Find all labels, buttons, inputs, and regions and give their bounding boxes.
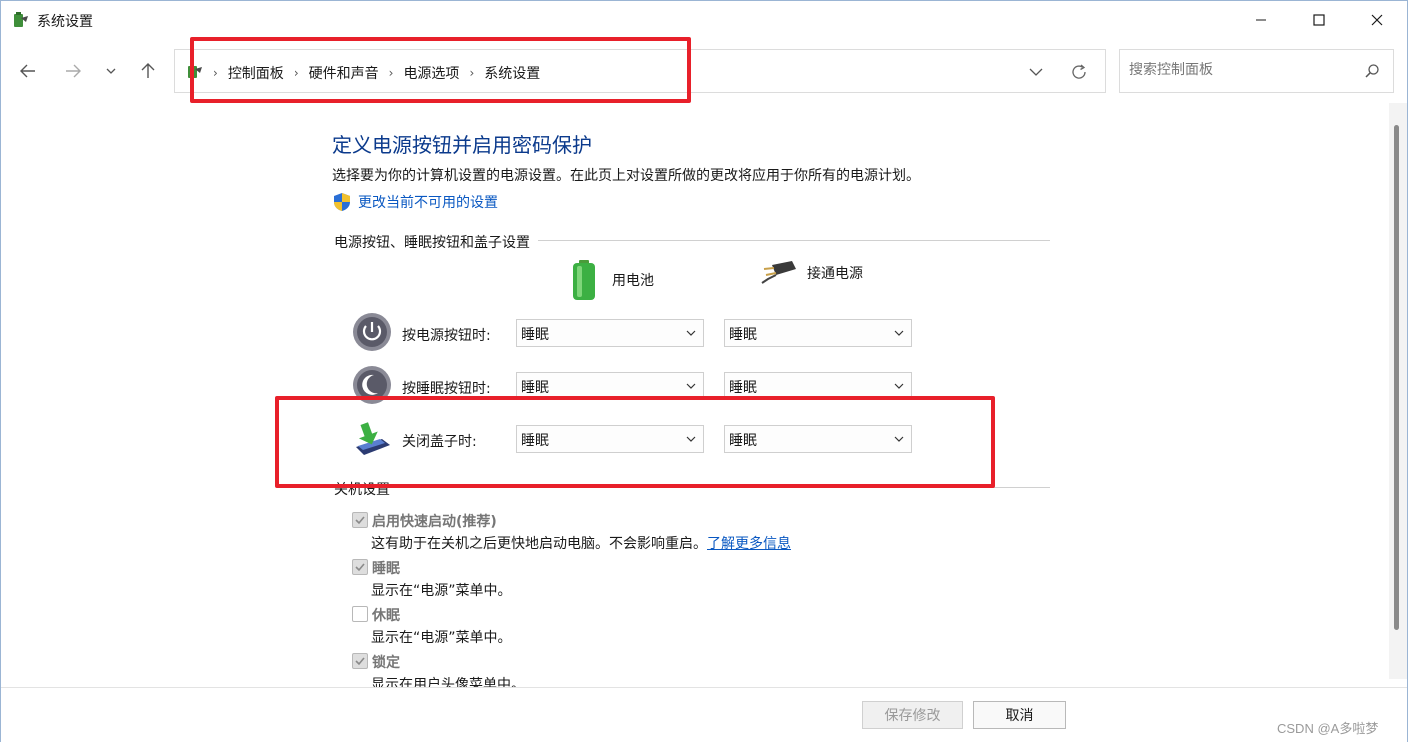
fast-startup-desc-text: 这有助于在关机之后更快地启动电脑。不会影响重启。 — [371, 536, 707, 552]
chevron-down-icon — [1029, 68, 1043, 76]
power-buttons-section-title: 电源按钮、睡眠按钮和盖子设置 — [334, 232, 538, 252]
plugged-in-column-header: 接通电源 — [758, 259, 863, 287]
refresh-icon — [1072, 64, 1086, 79]
scrollbar-thumb[interactable] — [1394, 125, 1399, 630]
uac-shield-icon — [334, 193, 350, 211]
power-options-app-icon — [14, 12, 28, 27]
power-button-row-label: 按电源按钮时: — [402, 328, 491, 344]
navigation-bar: › 控制面板 › 硬件和声音 › 电源选项 › 系统设置 — [1, 39, 1407, 103]
battery-column-header: 用电池 — [568, 259, 654, 301]
battery-icon — [573, 260, 595, 300]
selected-value: 睡眠 — [729, 433, 757, 449]
change-settings-link-text[interactable]: 更改当前不可用的设置 — [358, 192, 498, 212]
breadcrumb-separator[interactable]: › — [389, 66, 394, 80]
lock-checkbox[interactable] — [352, 653, 368, 669]
watermark-text: CSDN @A多啦梦 — [1277, 721, 1379, 736]
selected-value: 睡眠 — [521, 433, 549, 449]
page-description: 选择要为你的计算机设置的电源设置。在此页上对设置所做的更改将应用于你所有的电源计… — [332, 168, 920, 184]
lock-description: 显示在用户头像菜单中。 — [371, 677, 525, 687]
chevron-down-icon — [686, 330, 696, 336]
close-lid-battery-select[interactable]: 睡眠 — [516, 425, 704, 453]
chevron-down-icon — [894, 383, 904, 389]
breadcrumb-hardware-sound[interactable]: 硬件和声音 — [309, 63, 379, 83]
breadcrumb-power-options[interactable]: 电源选项 — [403, 63, 459, 83]
selected-value: 睡眠 — [729, 380, 757, 396]
hibernate-description: 显示在“电源”菜单中。 — [371, 630, 512, 646]
refresh-button[interactable] — [1067, 61, 1091, 83]
arrow-right-icon — [66, 64, 81, 78]
maximize-icon — [1313, 14, 1325, 26]
breadcrumb-control-panel[interactable]: 控制面板 — [228, 63, 284, 83]
chevron-down-icon — [686, 436, 696, 442]
chevron-down-icon — [894, 436, 904, 442]
page-title: 定义电源按钮并启用密码保护 — [332, 133, 592, 157]
shutdown-section-title: 关机设置 — [334, 479, 398, 499]
change-unavailable-settings-link[interactable]: 更改当前不可用的设置 — [332, 192, 498, 212]
plugged-in-label: 接通电源 — [807, 266, 863, 282]
main-content: 定义电源按钮并启用密码保护 选择要为你的计算机设置的电源设置。在此页上对设置所做… — [1, 103, 1388, 687]
lock-title: 锁定 — [372, 655, 400, 671]
fast-startup-title: 启用快速启动(推荐) — [372, 514, 497, 530]
fast-startup-checkbox[interactable] — [352, 512, 368, 528]
search-icon[interactable] — [1363, 62, 1381, 80]
selected-value: 睡眠 — [729, 327, 757, 343]
footer-bar: 保存修改 取消 CSDN @A多啦梦 — [1, 687, 1407, 742]
save-changes-button[interactable]: 保存修改 — [862, 701, 963, 729]
chevron-down-icon — [106, 68, 116, 74]
window-title: 系统设置 — [37, 14, 93, 30]
sleep-button-plugged-select[interactable]: 睡眠 — [724, 372, 912, 400]
up-button[interactable] — [133, 59, 163, 83]
sleep-description: 显示在“电源”菜单中。 — [371, 583, 512, 599]
breadcrumb-separator[interactable]: › — [469, 66, 474, 80]
arrow-up-icon — [141, 63, 155, 78]
selected-value: 睡眠 — [521, 380, 549, 396]
section-divider — [334, 487, 1050, 488]
breadcrumb: › 控制面板 › 硬件和声音 › 电源选项 › 系统设置 — [213, 63, 540, 83]
close-icon — [1371, 14, 1383, 26]
chevron-down-icon — [894, 330, 904, 336]
power-button-battery-select[interactable]: 睡眠 — [516, 319, 704, 347]
search-box[interactable] — [1119, 49, 1394, 93]
fast-startup-description: 这有助于在关机之后更快地启动电脑。不会影响重启。了解更多信息 — [371, 533, 791, 553]
power-plug-icon — [761, 261, 796, 284]
breadcrumb-separator: › — [213, 66, 218, 80]
hibernate-checkbox[interactable] — [352, 606, 368, 622]
system-settings-window: 系统设置 › 控制面板 › 硬件和声音 › 电源选项 › 系统设置 搜索控制面板… — [0, 0, 1408, 742]
vertical-scrollbar[interactable] — [1389, 103, 1407, 679]
close-lid-icon — [356, 422, 390, 455]
checkmark-icon — [355, 516, 365, 525]
sleep-button-battery-select[interactable]: 睡眠 — [516, 372, 704, 400]
chevron-down-icon — [686, 383, 696, 389]
search-input[interactable] — [1129, 62, 1349, 78]
minimize-icon — [1256, 19, 1266, 21]
forward-button[interactable] — [58, 59, 88, 83]
sleep-title: 睡眠 — [372, 561, 400, 577]
selected-value: 睡眠 — [521, 327, 549, 343]
checkmark-icon — [355, 657, 365, 666]
cancel-button[interactable]: 取消 — [973, 701, 1066, 729]
title-bar: 系统设置 — [1, 1, 1407, 39]
battery-label: 用电池 — [612, 273, 654, 289]
close-lid-plugged-select[interactable]: 睡眠 — [724, 425, 912, 453]
arrow-left-icon — [20, 64, 35, 78]
close-button[interactable] — [1348, 1, 1406, 39]
close-lid-row-label: 关闭盖子时: — [402, 434, 477, 450]
sleep-button-icon — [353, 366, 391, 404]
power-button-icon — [353, 313, 391, 351]
power-button-plugged-select[interactable]: 睡眠 — [724, 319, 912, 347]
recent-locations-button[interactable] — [99, 59, 123, 83]
address-bar[interactable]: › 控制面板 › 硬件和声音 › 电源选项 › 系统设置 — [174, 49, 1106, 93]
hibernate-title: 休眠 — [372, 608, 400, 624]
breadcrumb-separator[interactable]: › — [294, 66, 299, 80]
minimize-button[interactable] — [1232, 1, 1290, 39]
sleep-checkbox[interactable] — [352, 559, 368, 575]
control-panel-icon — [188, 66, 202, 78]
checkmark-icon — [355, 563, 365, 572]
maximize-button[interactable] — [1290, 1, 1348, 39]
learn-more-link[interactable]: 了解更多信息 — [707, 536, 791, 552]
breadcrumb-system-settings[interactable]: 系统设置 — [484, 63, 540, 83]
sleep-button-row-label: 按睡眠按钮时: — [402, 381, 491, 397]
back-button[interactable] — [13, 59, 43, 83]
address-history-button[interactable] — [1025, 62, 1047, 82]
